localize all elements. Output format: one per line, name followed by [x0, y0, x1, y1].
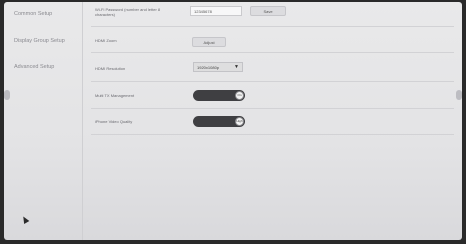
sidebar-item-display-group-setup[interactable]: Display Group Setup	[14, 38, 65, 44]
sidebar-item-advanced-setup[interactable]: Advanced Setup	[14, 64, 54, 70]
wifi-password-label: Wi-Fi Password (number and letter 8 char…	[95, 7, 161, 17]
hdmi-resolution-select[interactable]: 1920x1080p ▼	[193, 62, 243, 72]
iphone-video-label: iPhone Video Quality	[95, 119, 133, 124]
adjust-button[interactable]: Adjust	[192, 37, 226, 47]
settings-screen: Common Setup Display Group Setup Advance…	[4, 2, 462, 240]
multi-tx-toggle[interactable]: On	[193, 90, 245, 101]
wifi-password-row: Wi-Fi Password (number and letter 8 char…	[91, 2, 454, 27]
iphone-video-row: iPhone Video Quality High	[91, 110, 454, 135]
hdmi-resolution-label: HDMI Resolution	[95, 66, 126, 71]
iphone-video-toggle-state: High	[235, 117, 244, 126]
multi-tx-row: Multi TX Management On	[91, 84, 454, 109]
sidebar-item-common-setup[interactable]: Common Setup	[14, 11, 52, 17]
hdmi-resolution-row: HDMI Resolution 1920x1080p ▼	[91, 57, 454, 82]
save-button[interactable]: Save	[250, 6, 286, 16]
hdmi-zoom-row: HDMI Zoom Adjust	[91, 28, 454, 53]
iphone-video-toggle[interactable]: High	[193, 116, 245, 127]
chevron-down-icon: ▼	[234, 64, 239, 70]
wifi-password-input[interactable]: 12345678	[190, 6, 242, 16]
settings-content: Wi-Fi Password (number and letter 8 char…	[83, 2, 462, 240]
hdmi-resolution-value: 1920x1080p	[197, 65, 220, 70]
left-edge-arrow-icon[interactable]	[4, 90, 10, 100]
sidebar: Common Setup Display Group Setup Advance…	[4, 2, 83, 240]
right-edge-arrow-icon[interactable]	[456, 90, 462, 100]
multi-tx-label: Multi TX Management	[95, 93, 135, 98]
multi-tx-toggle-state: On	[235, 91, 244, 100]
hdmi-zoom-label: HDMI Zoom	[95, 38, 117, 43]
